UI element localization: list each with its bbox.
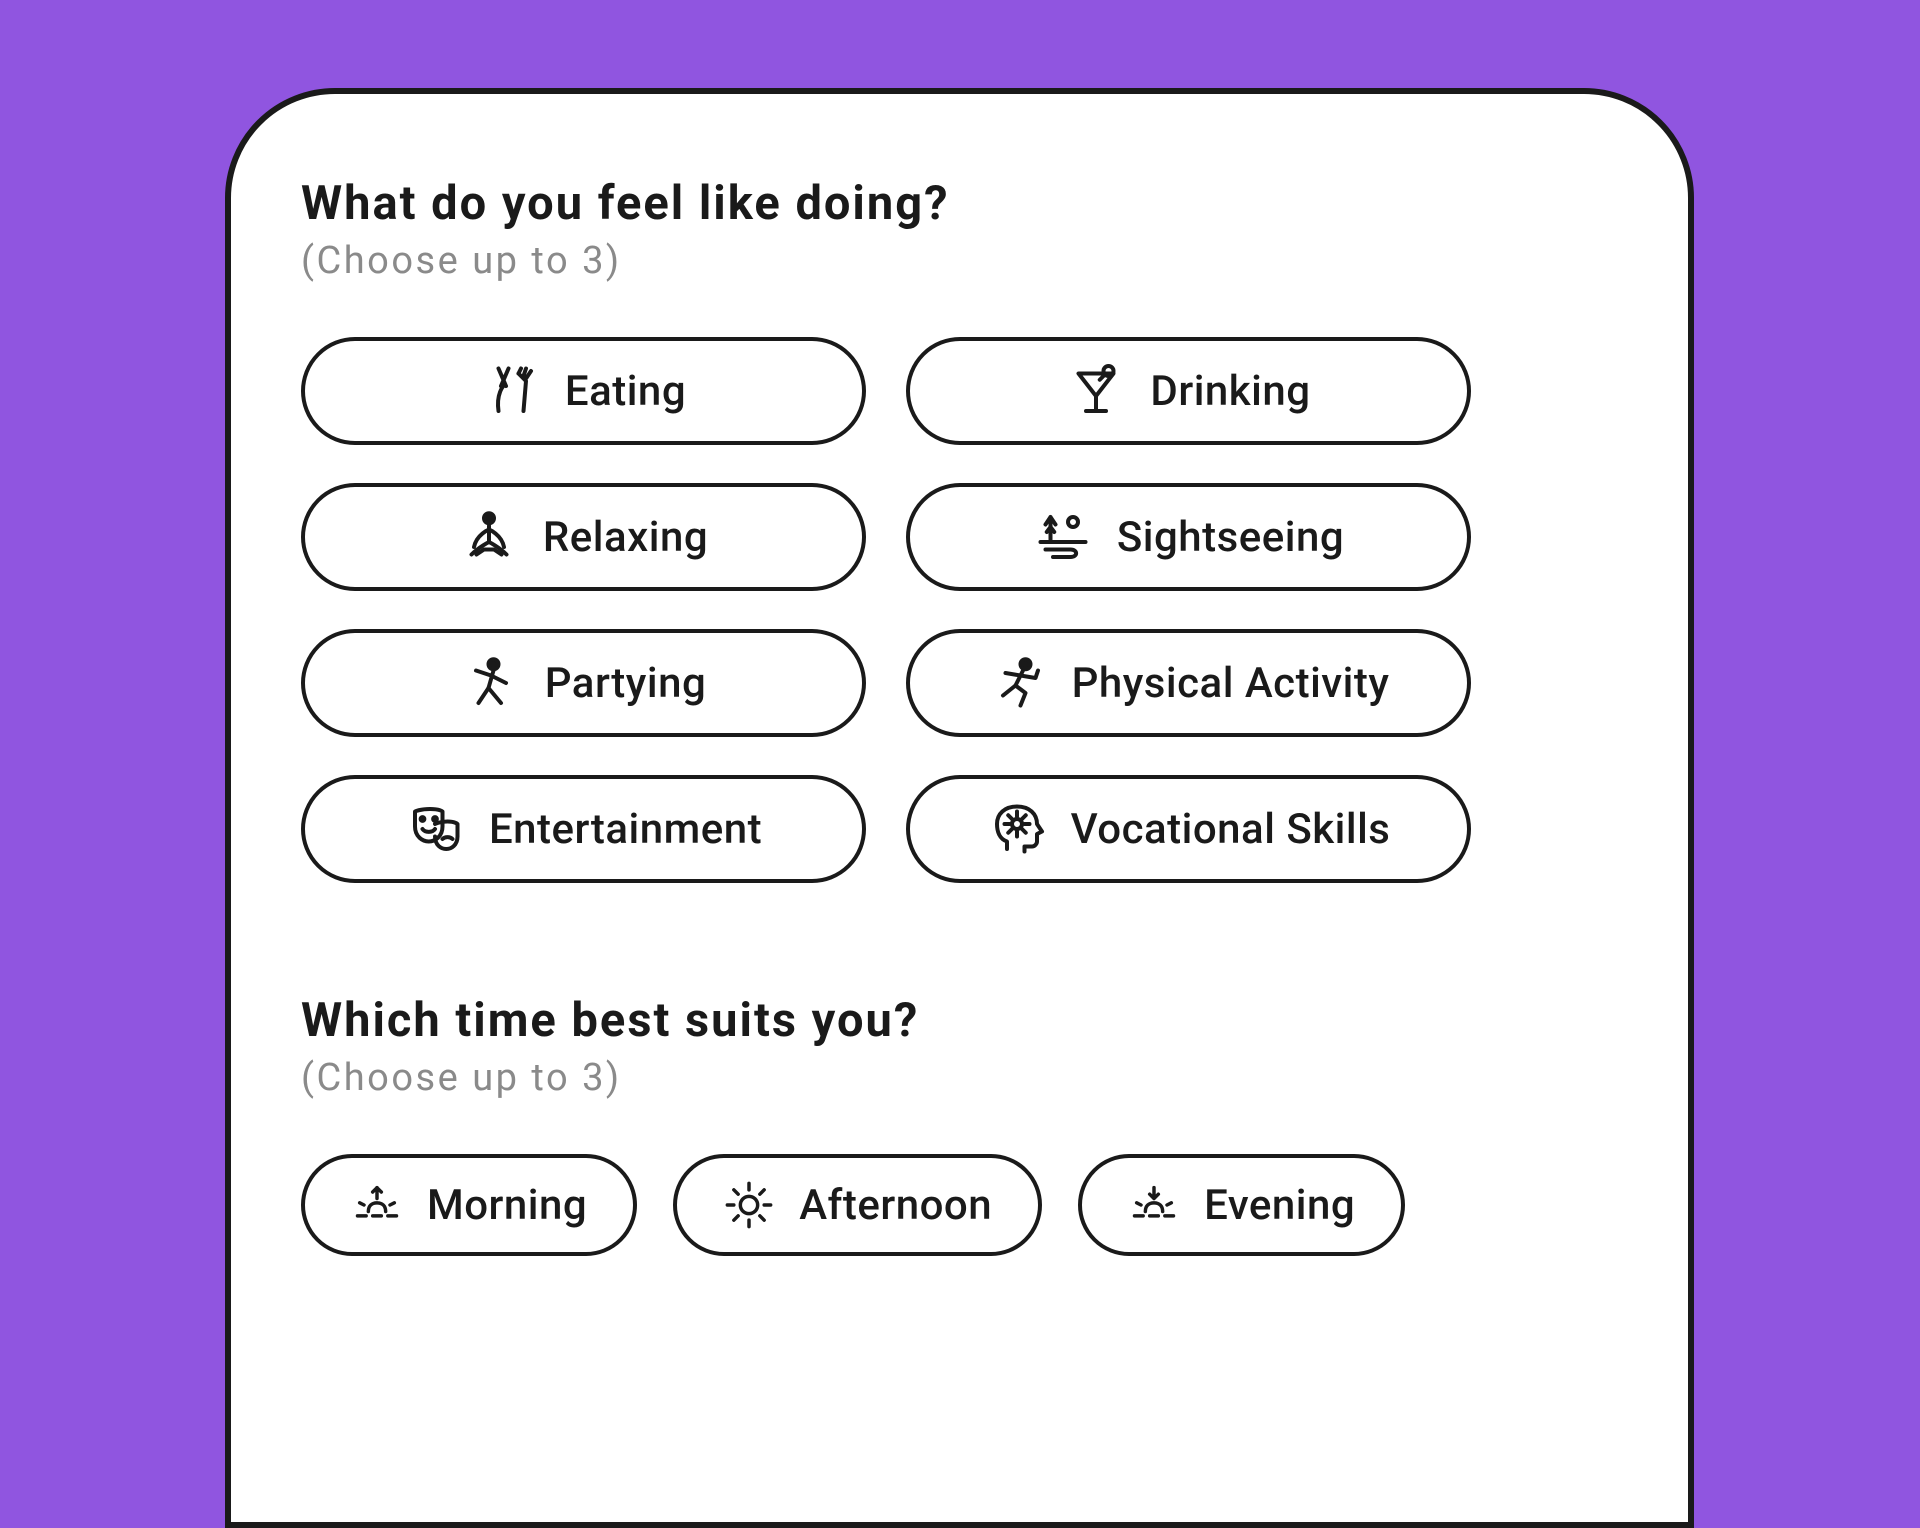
option-evening[interactable]: Evening [1078, 1154, 1405, 1256]
option-label: Evening [1204, 1181, 1355, 1230]
option-vocational-skills[interactable]: Vocational Skills [906, 775, 1471, 883]
option-drinking[interactable]: Drinking [906, 337, 1471, 445]
sunrise-icon [351, 1179, 403, 1231]
activities-grid: Eating Drinking [301, 337, 1618, 883]
option-afternoon[interactable]: Afternoon [673, 1154, 1042, 1256]
option-relaxing[interactable]: Relaxing [301, 483, 866, 591]
option-label: Sightseeing [1117, 513, 1344, 562]
running-icon [988, 653, 1048, 713]
landscape-icon [1033, 507, 1093, 567]
option-label: Physical Activity [1072, 659, 1390, 708]
option-label: Eating [565, 367, 686, 416]
times-section: Which time best suits you? (Choose up to… [301, 993, 1618, 1256]
sun-icon [723, 1179, 775, 1231]
activities-subtitle: (Choose up to 3) [301, 239, 1618, 283]
option-label: Vocational Skills [1071, 805, 1391, 854]
option-physical-activity[interactable]: Physical Activity [906, 629, 1471, 737]
dancing-icon [461, 653, 521, 713]
cocktail-icon [1066, 361, 1126, 421]
option-label: Drinking [1150, 367, 1310, 416]
head-gear-icon [987, 799, 1047, 859]
theater-masks-icon [405, 799, 465, 859]
option-label: Partying [545, 659, 707, 708]
option-label: Relaxing [543, 513, 708, 562]
option-sightseeing[interactable]: Sightseeing [906, 483, 1471, 591]
option-entertainment[interactable]: Entertainment [301, 775, 866, 883]
option-label: Morning [427, 1181, 587, 1230]
times-row: Morning Afternoon [301, 1154, 1618, 1256]
option-label: Entertainment [489, 805, 762, 854]
activities-title: What do you feel like doing? [301, 176, 1618, 231]
option-partying[interactable]: Partying [301, 629, 866, 737]
times-title: Which time best suits you? [301, 993, 1618, 1048]
option-morning[interactable]: Morning [301, 1154, 637, 1256]
activities-section: What do you feel like doing? (Choose up … [301, 176, 1618, 883]
option-label: Afternoon [799, 1181, 992, 1230]
preferences-card: What do you feel like doing? (Choose up … [225, 88, 1694, 1528]
option-eating[interactable]: Eating [301, 337, 866, 445]
utensils-icon [481, 361, 541, 421]
sunset-icon [1128, 1179, 1180, 1231]
times-subtitle: (Choose up to 3) [301, 1056, 1618, 1100]
meditation-icon [459, 507, 519, 567]
